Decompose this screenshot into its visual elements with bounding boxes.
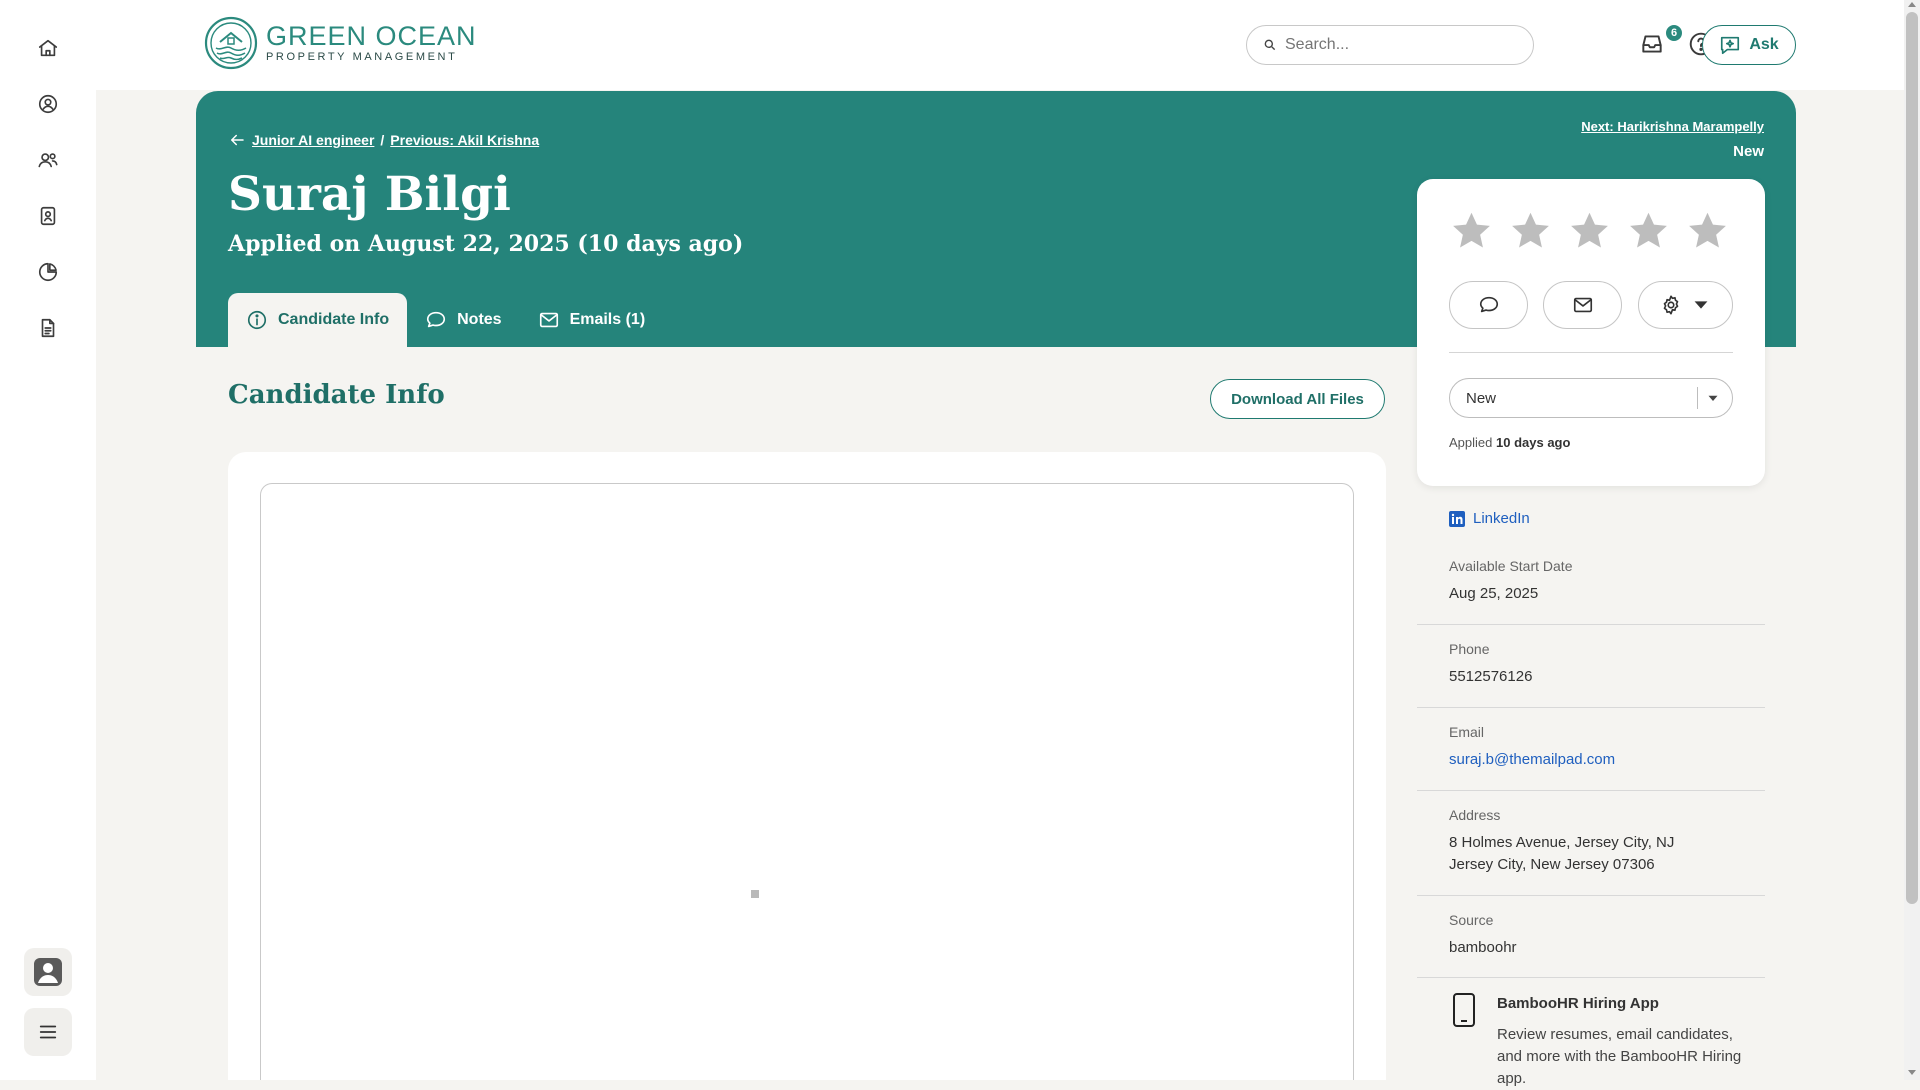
logo-emblem-icon [204,16,258,70]
tab-emails[interactable]: Emails (1) [520,293,664,347]
field-label: Available Start Date [1449,558,1573,574]
star-icon[interactable] [1449,209,1494,259]
tab-label: Candidate Info [278,311,390,328]
star-icon[interactable] [1626,209,1671,259]
ask-chat-icon [1721,36,1740,55]
directory-icon[interactable] [28,196,68,236]
arrow-left-icon[interactable] [228,131,246,149]
section-title: Candidate Info [228,380,445,410]
caret-down-icon [1694,301,1707,309]
ask-button[interactable]: Ask [1702,25,1796,65]
divider [1417,707,1765,708]
comment-button[interactable] [1449,281,1528,329]
download-all-files-button[interactable]: Download All Files [1210,379,1385,419]
star-icon[interactable] [1685,209,1730,259]
star-rating [1449,209,1730,259]
resume-preview-frame[interactable] [260,483,1354,1080]
applied-ago-value: 10 days ago [1496,435,1571,450]
linkedin-label: LinkedIn [1473,510,1530,527]
company-logo[interactable]: GREEN OCEAN PROPERTY MANAGEMENT [204,16,477,70]
page-scrollbar[interactable] [1904,0,1920,1080]
breadcrumb-separator: / [380,132,385,148]
avatar-icon[interactable] [24,948,72,996]
left-nav-rail [0,0,96,1080]
resume-preview-card [228,452,1386,1080]
candidate-tabs: Candidate Info Notes Emails (1) [228,293,663,347]
loading-indicator [751,890,759,898]
applied-date: Applied on August 22, 2025 (10 days ago) [228,231,744,257]
menu-icon[interactable] [24,1008,72,1056]
breadcrumb: Junior AI engineer / Previous: Akil Kris… [228,131,539,149]
field-value: Aug 25, 2025 [1449,585,1539,602]
select-separator [1697,387,1698,409]
hiring-app-promo[interactable]: BambooHR Hiring App Review resumes, emai… [1417,988,1765,1087]
divider [1417,977,1765,978]
applied-ago: Applied 10 days ago [1449,435,1570,450]
divider [1449,352,1733,353]
scrollbar-thumb[interactable] [1906,12,1918,904]
status-select[interactable]: New [1449,378,1733,418]
profile-icon[interactable] [28,84,68,124]
applied-prefix: Applied [1449,435,1493,450]
tab-notes[interactable]: Notes [407,293,519,347]
ask-label: Ask [1749,36,1779,53]
star-icon[interactable] [1508,209,1553,259]
tab-candidate-info[interactable]: Candidate Info [228,293,408,347]
comment-icon [1479,296,1498,313]
address-line-2: Jersey City, New Jersey 07306 [1449,856,1655,873]
divider [1417,624,1765,625]
mail-icon [539,312,558,328]
status-value: New [1466,389,1497,407]
field-value: bamboohr [1449,939,1517,956]
scroll-up-arrow-icon[interactable] [1908,2,1916,7]
field-label: Address [1449,807,1501,823]
comment-icon [427,311,446,328]
divider [1417,895,1765,896]
settings-dropdown-button[interactable] [1638,281,1733,329]
divider [1417,790,1765,791]
next-candidate-status: New [1733,143,1764,160]
logo-title: GREEN OCEAN [266,20,477,51]
gear-icon [1663,295,1678,315]
reports-icon[interactable] [28,252,68,292]
promo-description: Review resumes, email candidates, and mo… [1497,1026,1742,1087]
previous-candidate-link[interactable]: Previous: Akil Krishna [390,132,539,148]
job-link[interactable]: Junior AI engineer [252,132,374,148]
search-input[interactable] [1285,36,1505,54]
address-line-1: 8 Holmes Avenue, Jersey City, NJ [1449,834,1675,851]
tab-label: Emails (1) [569,311,646,328]
info-icon [247,310,267,330]
chevron-down-icon [1708,395,1718,401]
home-icon[interactable] [28,28,68,68]
field-label: Email [1449,724,1485,740]
tab-label: Notes [457,311,502,328]
field-value: 5512576126 [1449,668,1533,685]
field-label: Source [1449,912,1494,928]
logo-subtitle: PROPERTY MANAGEMENT [266,50,458,63]
rating-card: New Applied 10 days ago [1417,179,1765,486]
top-bar: GREEN OCEAN PROPERTY MANAGEMENT 6 Ask [96,0,1904,90]
linkedin-icon [1449,510,1465,527]
mail-icon [1573,297,1592,313]
inbox-count-badge: 6 [1664,23,1684,43]
email-link[interactable]: suraj.b@themailpad.com [1449,749,1615,771]
field-label: Phone [1449,641,1490,657]
star-icon[interactable] [1567,209,1612,259]
scroll-down-arrow-icon[interactable] [1908,1070,1916,1075]
promo-title: BambooHR Hiring App [1497,995,1659,1012]
linkedin-link[interactable]: LinkedIn [1449,510,1530,527]
email-button[interactable] [1543,281,1622,329]
search-box[interactable] [1246,25,1534,65]
people-icon[interactable] [28,140,68,180]
mobile-phone-icon [1453,993,1475,1027]
next-candidate-link[interactable]: Next: Harikrishna Marampelly [1581,119,1764,134]
candidate-name: Suraj Bilgi [228,167,511,222]
search-icon [1264,39,1276,51]
files-icon[interactable] [28,308,68,348]
